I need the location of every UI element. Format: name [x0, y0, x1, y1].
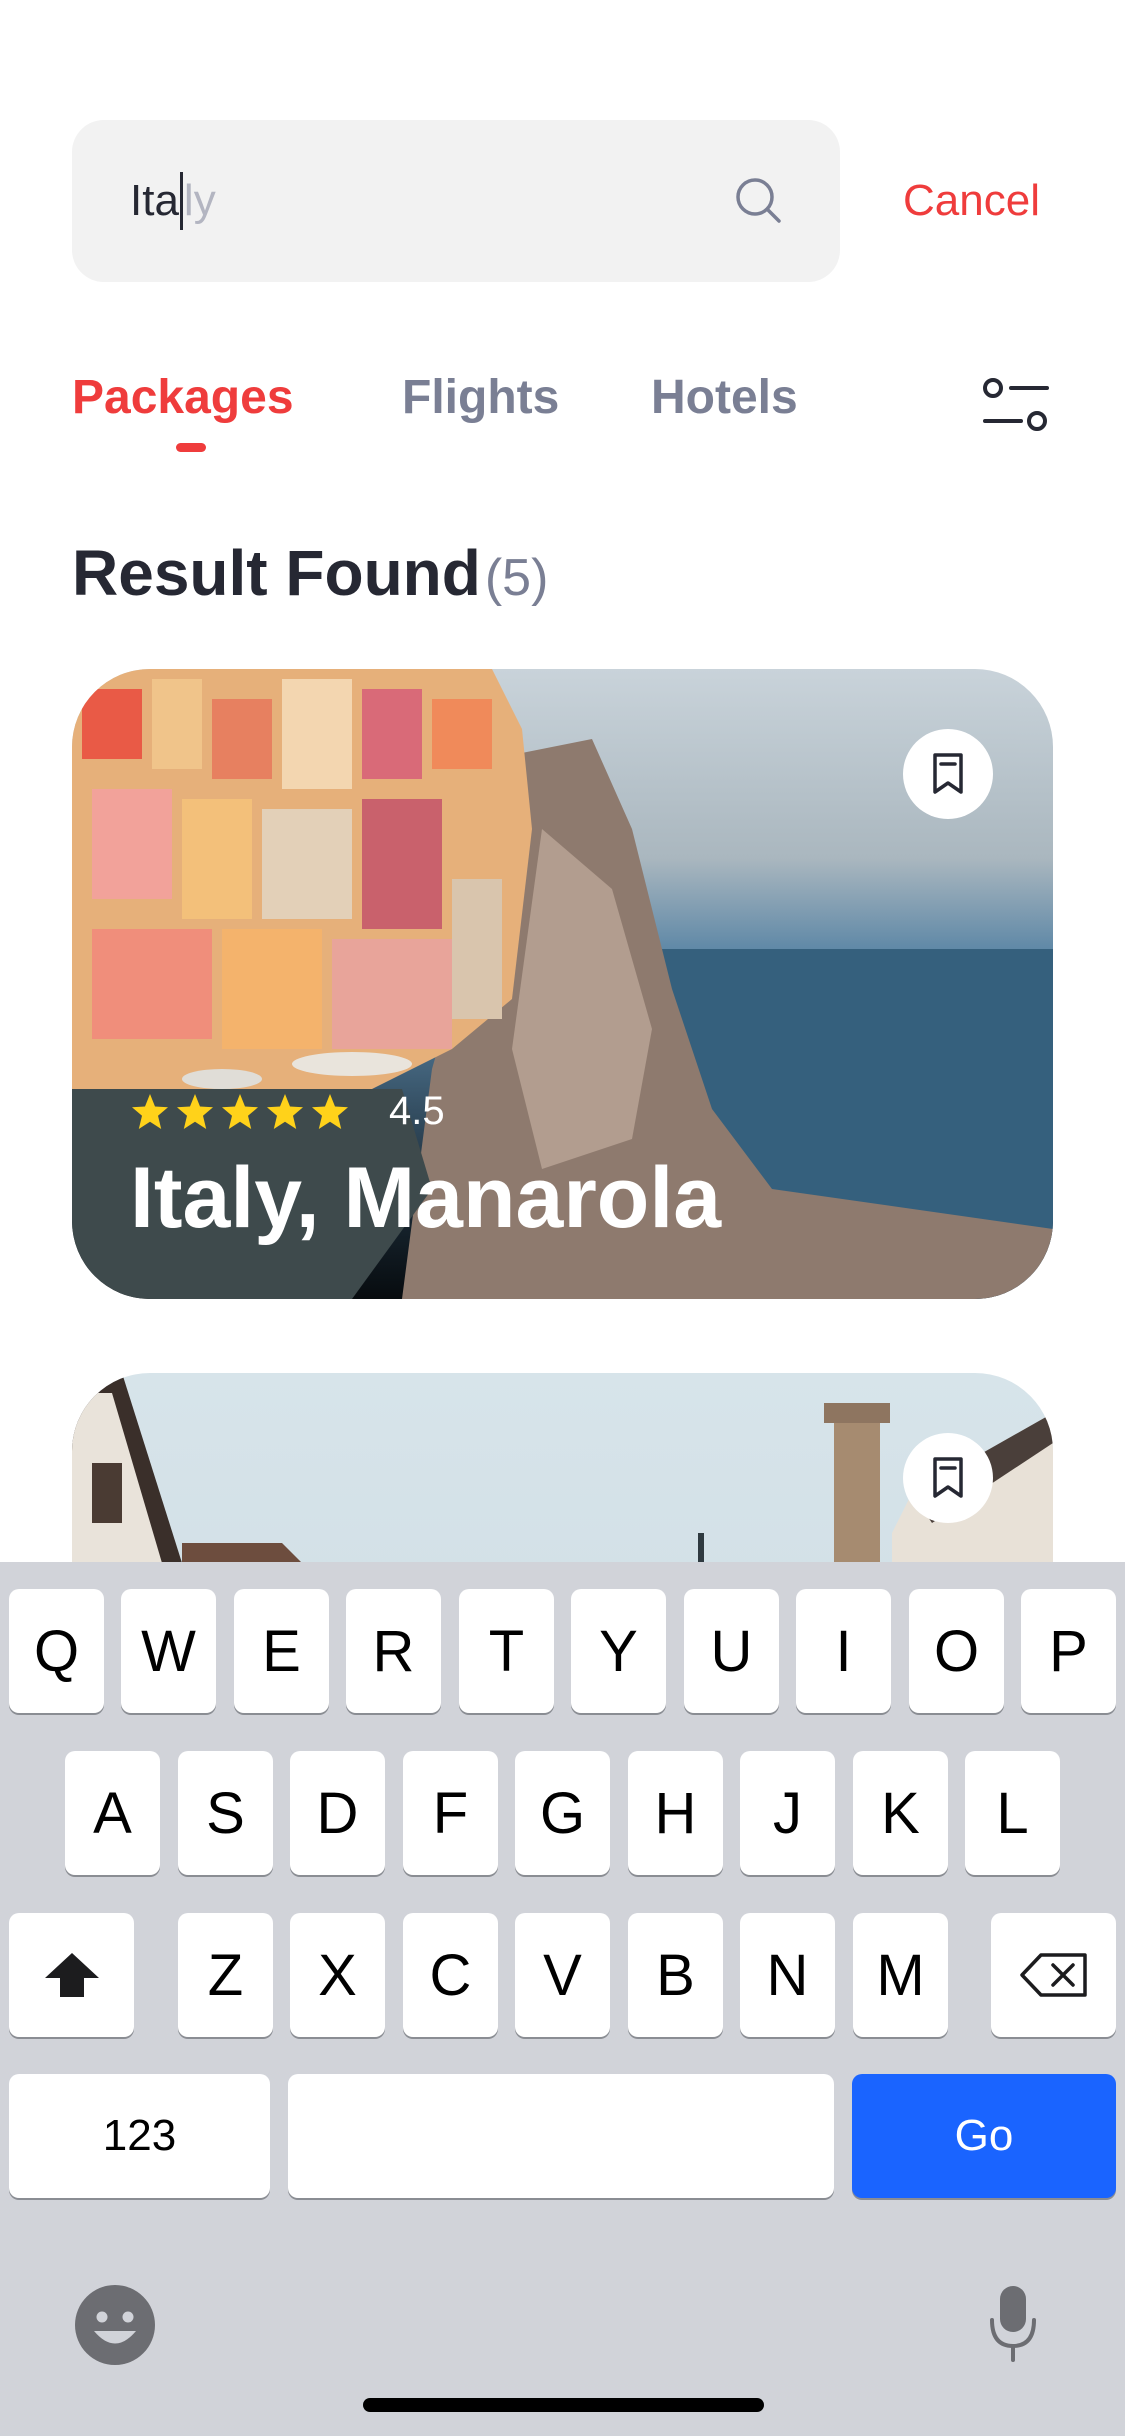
key-r[interactable]: R: [346, 1589, 441, 1713]
results-count: (5): [484, 549, 549, 607]
bookmark-button[interactable]: [903, 729, 993, 819]
bookmark-button[interactable]: [903, 1433, 993, 1523]
key-u[interactable]: U: [684, 1589, 779, 1713]
bookmark-icon: [933, 753, 963, 794]
key-x[interactable]: X: [290, 1913, 385, 2037]
search-field[interactable]: Ita ly: [72, 120, 840, 282]
rating: 4.5: [130, 1089, 445, 1134]
key-h[interactable]: H: [628, 1751, 723, 1875]
key-w[interactable]: W: [121, 1589, 216, 1713]
key-o[interactable]: O: [909, 1589, 1004, 1713]
key-a[interactable]: A: [65, 1751, 160, 1875]
star-icon: [177, 1093, 213, 1129]
key-d[interactable]: D: [290, 1751, 385, 1875]
shift-key[interactable]: [9, 1913, 134, 2037]
tab-flights[interactable]: Flights: [402, 370, 559, 425]
numbers-key[interactable]: 123: [9, 2074, 270, 2198]
star-icon: [222, 1093, 258, 1129]
key-s[interactable]: S: [178, 1751, 273, 1875]
search-icon[interactable]: [734, 176, 784, 226]
key-k[interactable]: K: [853, 1751, 948, 1875]
text-cursor: [179, 172, 183, 230]
active-tab-indicator: [176, 443, 206, 452]
tab-packages[interactable]: Packages: [72, 370, 294, 425]
tab-hotels[interactable]: Hotels: [651, 370, 798, 425]
key-v[interactable]: V: [515, 1913, 610, 2037]
key-c[interactable]: C: [403, 1913, 498, 2037]
rating-value: 4.5: [389, 1089, 445, 1133]
key-e[interactable]: E: [234, 1589, 329, 1713]
key-g[interactable]: G: [515, 1751, 610, 1875]
key-n[interactable]: N: [740, 1913, 835, 2037]
search-autocomplete-suggestion: ly: [183, 176, 216, 225]
microphone-icon[interactable]: [988, 2284, 1038, 2364]
cancel-button[interactable]: Cancel: [903, 176, 1040, 226]
key-t[interactable]: T: [459, 1589, 554, 1713]
card-title: Italy, Manarola: [130, 1150, 722, 1246]
search-typed-text: Ita: [130, 176, 179, 225]
results-title: Result Found: [72, 537, 481, 609]
key-m[interactable]: M: [853, 1913, 948, 2037]
key-z[interactable]: Z: [178, 1913, 273, 2037]
filter-icon[interactable]: [981, 375, 1051, 439]
key-f[interactable]: F: [403, 1751, 498, 1875]
star-icon: [132, 1093, 168, 1129]
backspace-icon: [1019, 1953, 1087, 1997]
bookmark-icon: [933, 1457, 963, 1498]
star-icon: [312, 1093, 348, 1129]
key-j[interactable]: J: [740, 1751, 835, 1875]
key-y[interactable]: Y: [571, 1589, 666, 1713]
space-key[interactable]: [288, 2074, 834, 2198]
key-q[interactable]: Q: [9, 1589, 104, 1713]
backspace-key[interactable]: [991, 1913, 1116, 2037]
key-b[interactable]: B: [628, 1913, 723, 2037]
on-screen-keyboard: Q W E R T Y U I O P A S D F G H J K L Z …: [0, 1562, 1125, 2436]
key-i[interactable]: I: [796, 1589, 891, 1713]
results-heading: Result Found (5): [72, 536, 548, 610]
shift-icon: [44, 1953, 99, 1997]
home-indicator: [363, 2398, 764, 2412]
go-key[interactable]: Go: [852, 2074, 1116, 2198]
package-card[interactable]: 4.5 Italy, Manarola: [72, 669, 1053, 1299]
star-icon: [267, 1093, 303, 1129]
search-input[interactable]: Ita ly: [130, 172, 216, 230]
key-l[interactable]: L: [965, 1751, 1060, 1875]
key-p[interactable]: P: [1021, 1589, 1116, 1713]
emoji-icon[interactable]: [74, 2284, 156, 2366]
